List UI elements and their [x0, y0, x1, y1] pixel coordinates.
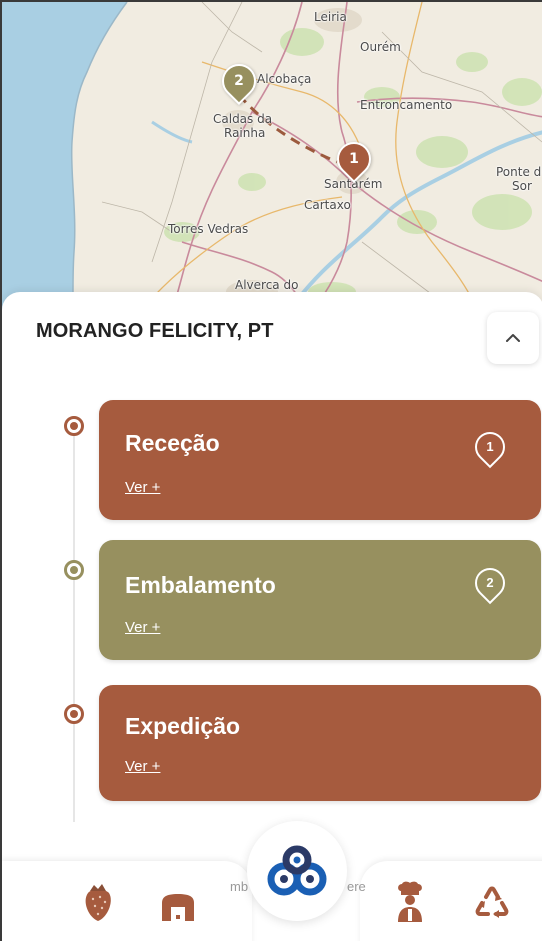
chevron-up-icon	[506, 334, 520, 342]
collapse-button[interactable]	[487, 312, 539, 364]
bottom-nav: mb ere	[2, 821, 542, 941]
map-view[interactable]: Leiria Ourém Alcobaça Caldas da Rainha E…	[2, 2, 542, 322]
step-more-link[interactable]: Ver +	[125, 479, 160, 496]
map-label-ourem: Ourém	[360, 40, 401, 54]
step-title: Expedição	[125, 713, 241, 739]
map-label-ponte-1: Ponte d	[496, 165, 542, 179]
step-badge-number: 2	[486, 575, 494, 590]
nav-panel-right	[360, 861, 542, 941]
step-badge-number: 1	[486, 439, 494, 454]
recycle-icon[interactable]	[472, 885, 512, 927]
map-label-torres-vedras: Torres Vedras	[168, 222, 249, 236]
map-background	[2, 2, 542, 322]
warehouse-icon[interactable]	[160, 891, 196, 927]
sheet-title: MORANGO FELICITY, PT	[36, 320, 274, 342]
nav-hidden-text-right: ere	[347, 879, 366, 894]
map-label-alverca: Alverca do	[235, 278, 299, 292]
map-label-entroncamento: Entroncamento	[360, 98, 453, 112]
timeline-dot	[64, 560, 84, 580]
map-label-alcobaca: Alcobaça	[257, 72, 312, 86]
chef-icon[interactable]	[395, 881, 425, 927]
map-label-caldas-2: Rainha	[224, 126, 266, 140]
timeline-dot	[64, 416, 84, 436]
step-card-embalamento[interactable]: Embalamento Ver + 2	[99, 540, 541, 660]
map-pin-1-label: 1	[349, 151, 359, 167]
step-title: Receção	[125, 430, 220, 456]
step-title: Embalamento	[125, 572, 276, 598]
timeline-line	[73, 422, 75, 822]
step-more-link[interactable]: Ver +	[125, 619, 160, 636]
nav-hidden-text-left: mb	[230, 879, 249, 894]
map-label-leiria: Leiria	[314, 10, 347, 24]
pin-badge-icon: 1	[468, 425, 512, 469]
pin-badge-icon: 2	[468, 561, 512, 605]
nav-panel-left	[2, 861, 252, 941]
map-label-ponte-2: Sor	[512, 179, 532, 193]
map-label-caldas-1: Caldas da	[213, 112, 273, 126]
step-more-link[interactable]: Ver +	[125, 758, 160, 775]
map-label-cartaxo: Cartaxo	[304, 198, 351, 212]
strawberry-icon[interactable]	[82, 883, 114, 927]
map-pin-2-label: 2	[234, 73, 244, 89]
step-card-rececao[interactable]: Receção Ver + 1	[99, 400, 541, 520]
home-logo-button[interactable]	[247, 821, 347, 921]
step-card-expedicao[interactable]: Expedição Ver +	[99, 685, 541, 801]
app-screen: Leiria Ourém Alcobaça Caldas da Rainha E…	[0, 0, 542, 941]
timeline-dot	[64, 704, 84, 724]
logo-icon	[267, 845, 327, 896]
